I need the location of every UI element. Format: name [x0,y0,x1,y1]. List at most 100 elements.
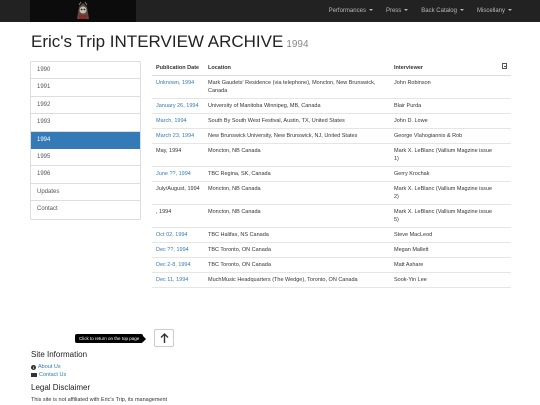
cell-location: TBC Regina, SK, Canada [204,166,390,182]
header-interviewer[interactable]: Interviewer [390,62,498,76]
about-us-label: About Us [38,364,61,370]
cell-date[interactable]: January 26, 1994 [152,98,204,114]
legal-disclaimer-heading: Legal Disclaimer [31,383,91,392]
table-row: , 1994 Moncton, NB Canada Mark X. LeBlanc … [152,204,511,228]
cell-date[interactable]: Oct 02, 1994 [152,227,204,243]
cell-interviewer: Steve MacLeod [390,227,498,243]
cell-doc [498,272,511,288]
table-row: Unknown, 1994 Mark Gaudets' Residence (vi… [152,75,511,99]
contact-us-link[interactable]: Contact Us [31,372,66,378]
header-doc[interactable] [498,62,511,76]
cell-date[interactable]: Dec 11, 1994 [152,272,204,288]
top-navbar: Performances Press Back Catalog Miscella… [0,0,540,22]
page-title-year: 1994 [286,39,309,50]
caret-down-icon [459,9,464,12]
cell-location: Moncton, NB Canada [204,204,390,228]
cell-doc [498,143,511,167]
cell-doc [498,128,511,144]
table-row: July/August, 1994 Moncton, NB Canada Mark … [152,181,511,205]
cell-date[interactable]: June ??, 1994 [152,166,204,182]
about-us-link[interactable]: i About Us [31,364,61,370]
sidebar-item-updates[interactable]: Updates [31,184,140,202]
table-row: June ??, 1994 TBC Regina, SK, Canada Gerry… [152,166,511,182]
sidebar-item-1993[interactable]: 1993 [31,114,140,132]
nav-miscellany[interactable]: Miscellany [477,8,512,14]
nav-press[interactable]: Press [385,8,409,14]
table-row: May, 1994 Moncton, NB Canada Mark X. LeBla… [152,143,511,167]
sidebar-item-1991[interactable]: 1991 [31,79,140,97]
cell-location: TBC Toronto, ON Canada [204,242,390,258]
cell-doc [498,166,511,182]
cell-doc [498,181,511,205]
info-icon: i [31,364,36,370]
interview-table: Publication Date Location Interviewer Un… [152,62,511,288]
cell-location: MuchMusic Headquarters (The Wedge), Toro… [204,272,390,288]
band-logo-icon [72,1,94,21]
legal-disclaimer-text: This site is not affiliated with Eric's … [31,397,168,403]
table-row: Dec 11, 1994 MuchMusic Headquarters (The … [152,272,511,288]
cell-location: TBC Toronto, ON Canada [204,257,390,273]
cell-interviewer: John Robinson [390,75,498,99]
table-row: March 23, 1994 New Brunswick University, … [152,128,511,144]
cell-date[interactable]: Unknown, 1994 [152,75,204,99]
arrow-up-icon [160,333,169,343]
back-to-top-tooltip: Click to return on the top page [75,334,147,343]
cell-location: Moncton, NB Canada [204,181,390,205]
cell-doc [498,98,511,114]
caret-down-icon [404,9,409,12]
table-row: Dec ??, 1994 TBC Toronto, ON Canada Megan … [152,242,511,258]
page-title-text: Eric's Trip INTERVIEW ARCHIVE [31,32,284,51]
nav-performances-label: Performances [328,8,366,14]
table-row: Oct 02, 1994 TBC Halifax, NS Canada Steve … [152,227,511,243]
nav-press-label: Press [385,8,402,14]
cell-doc [498,113,511,129]
sidebar-item-1994[interactable]: 1994 [31,131,140,149]
cell-date[interactable]: Dec ??, 1994 [152,242,204,258]
sidebar-item-1996[interactable]: 1996 [31,166,140,184]
envelope-icon [31,373,37,377]
cell-location: University of Manitoba Winnipeg, MB, Can… [204,98,390,114]
cell-interviewer: Mark X. LeBlanc (Vallium Magzine issue 2… [390,181,498,205]
contact-us-label: Contact Us [39,372,67,378]
header-location[interactable]: Location [204,62,390,76]
cell-location: New Brunswick University, New Brunswick,… [204,128,390,144]
nav-miscellany-label: Miscellany [476,8,505,14]
nav-menu: Performances Press Back Catalog Miscella… [329,0,512,22]
cell-date: May, 1994 [152,143,204,167]
cell-doc [498,242,511,258]
cell-interviewer: Blair Purda [390,98,498,114]
nav-back-catalog[interactable]: Back Catalog [421,8,464,14]
cell-doc [498,204,511,228]
table-row: January 26, 1994 University of Manitoba W… [152,98,511,114]
cell-interviewer: Sook-Yin Lee [390,272,498,288]
nav-back-catalog-label: Back Catalog [421,8,457,14]
cell-interviewer: George Vlahogiannis & Rob [390,128,498,144]
cell-date[interactable]: Dec 2-8, 1994 [152,257,204,273]
sidebar-item-1992[interactable]: 1992 [31,97,140,115]
table-header-row: Publication Date Location Interviewer [152,62,511,76]
cell-doc [498,227,511,243]
sidebar-item-1995[interactable]: 1995 [31,149,140,167]
caret-down-icon [508,9,512,12]
year-sidebar: 1990 1991 1992 1993 1994 1995 1996 Updat… [30,61,141,220]
header-publication-date[interactable]: Publication Date [152,62,204,76]
cell-location: South By South West Festival, Austin, TX… [204,113,390,129]
page-title: Eric's Trip INTERVIEW ARCHIVE 1994 [31,32,309,52]
site-information-heading: Site Information [31,350,88,359]
cell-interviewer: Matt Ashare [390,257,498,273]
logo-area[interactable] [30,0,136,22]
cell-interviewer: John D. Lowe [390,113,498,129]
nav-performances[interactable]: Performances [329,8,373,14]
sidebar-item-contact[interactable]: Contact [31,201,140,218]
cell-date: July/August, 1994 [152,181,204,205]
table-body: Unknown, 1994 Mark Gaudets' Residence (vi… [152,75,511,288]
sidebar-item-1990[interactable]: 1990 [31,62,140,80]
cell-doc [498,75,511,99]
caret-down-icon [368,9,373,12]
document-icon [502,63,507,69]
cell-date[interactable]: March, 1994 [152,113,204,129]
cell-date[interactable]: March 23, 1994 [152,128,204,144]
cell-interviewer: Gerry Krochak [390,166,498,182]
table-row: Dec 2-8, 1994 TBC Toronto, ON Canada Matt … [152,257,511,273]
back-to-top-button[interactable] [154,329,174,347]
